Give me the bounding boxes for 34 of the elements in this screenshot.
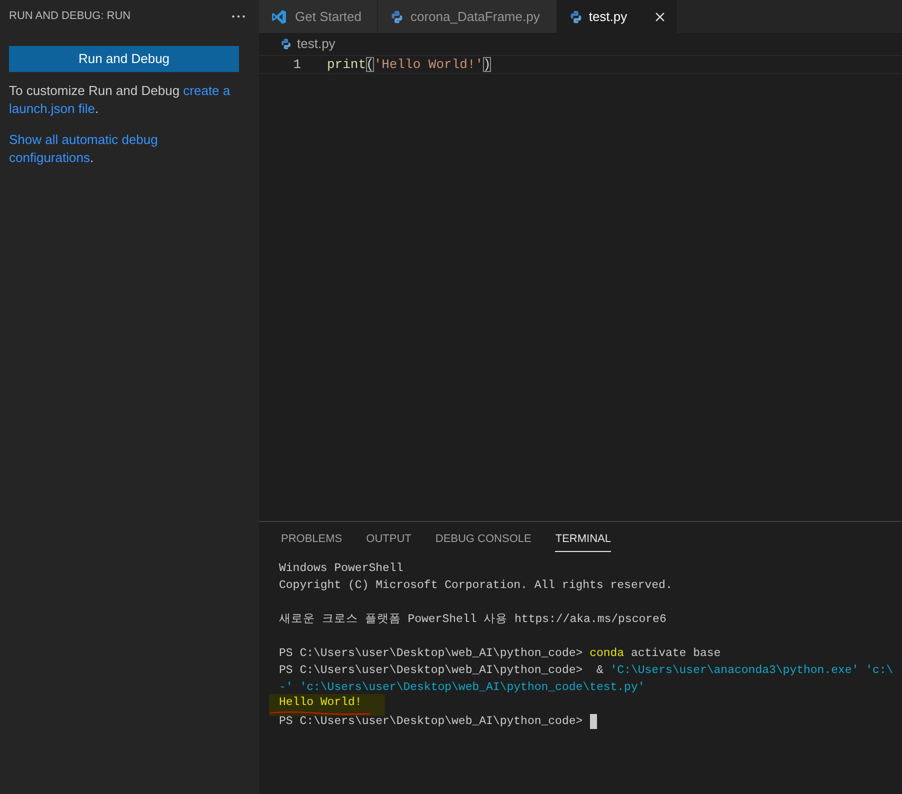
code-line: print('Hello World!') <box>327 56 491 74</box>
line-number: 1 <box>292 56 301 74</box>
tab-label: corona_DataFrame.py <box>410 8 540 26</box>
terminal-line: Windows PowerShell <box>279 561 404 577</box>
terminal-line: Hello World! <box>279 696 362 710</box>
editor-tab[interactable]: corona_DataFrame.py <box>378 0 557 33</box>
python-icon <box>390 10 404 24</box>
link[interactable]: launch.json file <box>9 101 95 116</box>
link[interactable]: create a <box>183 83 230 98</box>
panel-tab[interactable]: OUTPUT <box>366 528 412 552</box>
editor-tab[interactable]: test.py <box>556 0 677 33</box>
tab-label: Get Started <box>295 8 362 26</box>
sidebar-title: RUN AND DEBUG: RUN <box>9 9 131 24</box>
terminal-line: PS C:\Users\user\Desktop\web_AI\python_code> & 'C:\Users\user\anaconda3\python.exe' 'c:\ <box>279 663 894 679</box>
python-icon <box>280 38 292 50</box>
panel-tab[interactable]: DEBUG CONSOLE <box>435 528 532 552</box>
panel-tab[interactable]: PROBLEMS <box>281 528 342 552</box>
link[interactable]: configurations <box>9 150 90 165</box>
terminal-line: PS C:\Users\user\Desktop\web_AI\python_code> <box>279 714 584 730</box>
tab-label: test.py <box>588 8 628 26</box>
panel-tab[interactable]: TERMINAL <box>555 528 611 552</box>
terminal-line: 새로운 크로스 플랫폼 PowerShell 사용 https://aka.ms/pscore6 <box>279 612 666 628</box>
link[interactable]: Show all automatic debug <box>9 132 158 147</box>
run-and-debug-button[interactable]: Run and Debug <box>9 46 239 72</box>
terminal-line: -' 'c:\Users\user\Desktop\web_AI\python_code\test.py' <box>279 680 645 696</box>
terminal-line: Copyright (C) Microsoft Corporation. All rights reserved. <box>279 578 672 594</box>
editor-tab[interactable]: Get Started <box>259 0 378 33</box>
help-text: To customize Run and Debug create a launch.json file. <box>8 82 232 118</box>
terminal-line: PS C:\Users\user\Desktop\web_AI\python_code> conda activate base <box>279 646 721 662</box>
python-icon <box>568 10 583 24</box>
breadcrumb[interactable]: test.py <box>297 34 336 54</box>
help-text: Show all automatic debug configurations. <box>8 131 159 167</box>
vscode-icon <box>271 8 287 24</box>
more-icon <box>232 15 245 18</box>
